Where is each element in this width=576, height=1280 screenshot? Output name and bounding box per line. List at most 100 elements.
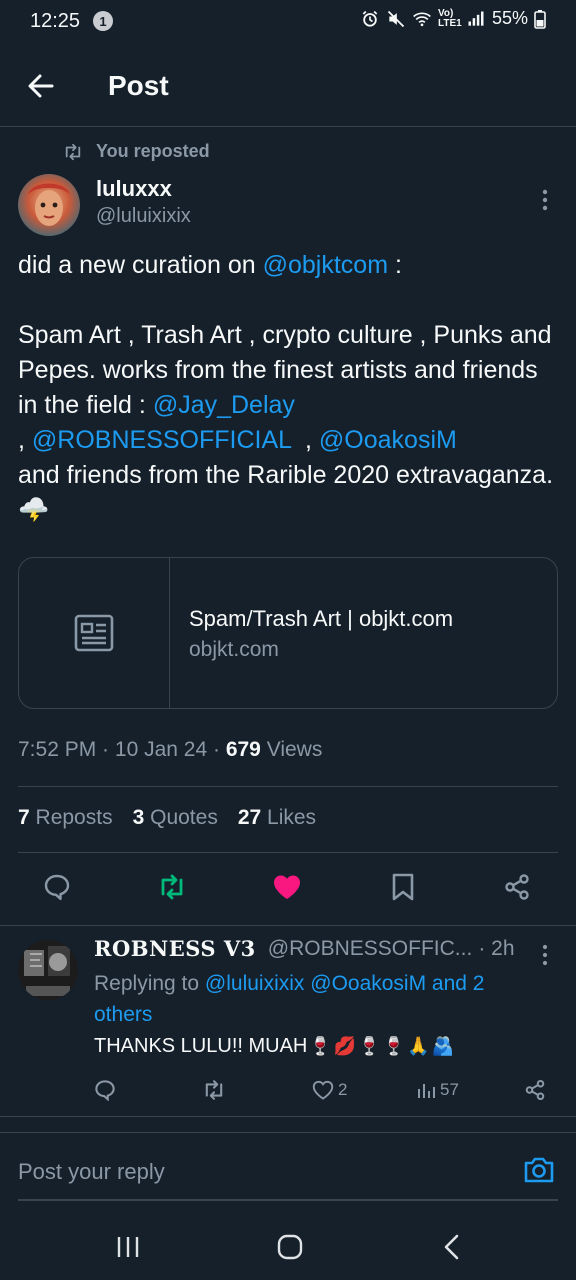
repost-icon <box>161 874 183 900</box>
status-bar: 12:25 1 Vo) LTE1 55% <box>0 0 576 44</box>
emoji: 🙏 <box>407 1036 430 1056</box>
reply-author-name[interactable]: ROBNESS V3 <box>94 936 256 961</box>
quotes-count[interactable]: 3 Quotes <box>133 806 218 830</box>
reply-text: THANKS LULU!! MUAH 🍷 💋 🍷 🍷 🙏 🫂 <box>94 1035 454 1058</box>
avatar[interactable] <box>18 174 80 236</box>
reply-reply-button[interactable] <box>94 1074 116 1106</box>
reply-repost-button[interactable] <box>202 1074 226 1106</box>
share-icon <box>505 874 529 900</box>
bookmark-button[interactable] <box>386 870 420 904</box>
reposts-count[interactable]: 7 Reposts <box>18 806 113 830</box>
chevron-left-icon <box>444 1234 459 1260</box>
like-button[interactable] <box>270 870 304 904</box>
link-card-domain: objkt.com <box>189 638 279 661</box>
status-time: 12:25 <box>30 10 81 32</box>
reply-avatar[interactable] <box>18 940 78 1000</box>
repost-indicator: You reposted <box>62 141 210 162</box>
system-back-button[interactable] <box>432 1230 472 1264</box>
mute-icon <box>387 10 405 27</box>
replying-to: Replying to @luluixixix @OoakosiM and 2 … <box>94 968 534 1030</box>
reply-button[interactable] <box>40 870 74 904</box>
more-vertical-icon <box>542 944 548 966</box>
signal-icon <box>468 11 484 26</box>
reply-more-button[interactable] <box>530 942 560 968</box>
post-text-segment: did a new curation on <box>18 251 263 279</box>
author-handle[interactable]: @luluixixix <box>96 205 191 228</box>
post-metadata: 7:52 PM · 10 Jan 24 · 679 Views <box>18 738 323 761</box>
avatar-image <box>18 174 80 236</box>
repost-button[interactable] <box>155 870 189 904</box>
back-button[interactable] <box>22 68 62 104</box>
mention-link[interactable]: @objktcom <box>263 251 388 279</box>
likes-count[interactable]: 27 Likes <box>238 806 316 830</box>
reply-composer: Post your reply <box>0 1132 576 1201</box>
notification-badge: 1 <box>93 11 113 31</box>
more-options-button[interactable] <box>530 186 560 214</box>
top-app-bar: Post <box>0 44 576 127</box>
divider <box>0 925 576 926</box>
recent-apps-button[interactable] <box>108 1230 148 1264</box>
reply-avatar-image <box>18 940 78 1000</box>
reply-input[interactable]: Post your reply <box>18 1159 165 1185</box>
arrow-left-icon <box>28 74 54 98</box>
reply-like-count: 2 <box>338 1080 348 1099</box>
home-icon <box>277 1234 303 1260</box>
views-label: Views <box>266 738 323 761</box>
reply-icon <box>95 1080 115 1101</box>
camera-button[interactable] <box>522 1153 556 1187</box>
battery-percent: 55% <box>491 8 528 28</box>
reply-header: ROBNESS V3 @ROBNESSOFFIC... · 2h <box>94 936 514 961</box>
repost-icon <box>65 143 81 160</box>
replying-prefix: Replying to <box>94 972 205 995</box>
post-text-segment: , <box>18 426 25 454</box>
divider <box>18 852 558 853</box>
network-type: Vo) LTE1 <box>437 7 462 29</box>
mention-link[interactable]: @OoakosiM <box>319 426 457 454</box>
reply-share-button[interactable] <box>524 1074 546 1106</box>
post-text-segment: , <box>291 426 319 454</box>
views-count: 679 <box>225 738 261 761</box>
article-icon <box>74 614 114 652</box>
reply-icon <box>44 874 70 900</box>
emoji: 🍷 <box>382 1036 406 1056</box>
battery-icon <box>534 9 546 29</box>
post-action-bar <box>0 870 576 906</box>
reply-views-count: 57 <box>440 1080 459 1099</box>
mention-link[interactable]: @Jay_Delay <box>153 391 295 419</box>
emoji: 💋 <box>333 1036 357 1056</box>
engagement-counts: 7 Reposts 3 Quotes 27 Likes <box>18 806 316 830</box>
composer-underline <box>18 1199 558 1201</box>
home-button[interactable] <box>270 1230 310 1264</box>
reply-author-handle[interactable]: @ROBNESSOFFIC... <box>268 937 473 961</box>
status-icons: Vo) LTE1 55% <box>360 8 546 29</box>
author-name[interactable]: luluxxx <box>96 176 172 202</box>
post-text-segment: and friends from the Rarible 2020 extrav… <box>18 461 554 524</box>
link-preview-card[interactable]: Spam/Trash Art | objkt.com objkt.com <box>18 557 558 709</box>
repost-icon <box>205 1080 223 1100</box>
bookmark-icon <box>392 873 414 901</box>
camera-icon <box>524 1157 554 1183</box>
post-date: 10 Jan 24 <box>114 738 208 761</box>
alarm-icon <box>362 10 378 27</box>
link-card-title: Spam/Trash Art | objkt.com <box>189 606 454 631</box>
wifi-icon <box>413 12 431 26</box>
divider <box>0 1116 576 1117</box>
divider <box>18 786 558 787</box>
emoji: 🫂 <box>431 1036 454 1056</box>
heart-icon <box>312 1080 334 1100</box>
heart-filled-icon <box>274 875 300 899</box>
system-navigation-bar <box>0 1210 576 1280</box>
post-text: did a new curation on @objktcom : Spam A… <box>18 248 558 528</box>
page-title: Post <box>108 70 169 101</box>
more-vertical-icon <box>542 189 548 211</box>
share-button[interactable] <box>500 870 534 904</box>
mention-link[interactable]: @ROBNESSOFFICIAL <box>32 426 291 454</box>
emoji: 🍷 <box>309 1036 332 1056</box>
recents-icon <box>117 1237 139 1257</box>
reply-views-button[interactable]: 57 <box>416 1074 459 1106</box>
reply-like-button[interactable]: 2 <box>312 1074 347 1106</box>
share-icon <box>525 1079 545 1101</box>
analytics-icon <box>418 1084 435 1098</box>
repost-label: You reposted <box>96 141 210 161</box>
reply-action-bar: 2 57 <box>94 1074 554 1106</box>
